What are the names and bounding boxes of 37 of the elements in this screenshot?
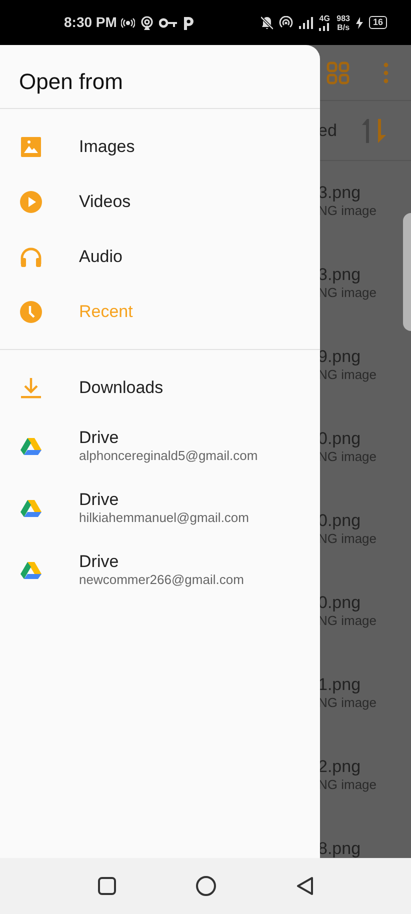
- drawer-item[interactable]: Downloads: [0, 360, 320, 415]
- hotspot-icon: [120, 18, 135, 28]
- signal-icon: [318, 23, 331, 31]
- image-icon: [19, 134, 43, 158]
- drawer-item[interactable]: Videos: [0, 174, 320, 229]
- file-name: 3.png: [318, 183, 362, 203]
- sort-icon[interactable]: [360, 116, 387, 144]
- home-button[interactable]: [194, 875, 216, 897]
- speed-value-text: 983: [336, 14, 350, 22]
- download-icon: [19, 376, 43, 400]
- notifications-off-icon: [260, 16, 273, 30]
- drawer-item[interactable]: Drive newcommer266@gmail.com: [0, 539, 320, 601]
- key-icon: [158, 18, 177, 28]
- charging-icon: [356, 16, 363, 28]
- drawer-item[interactable]: Drive hilkiahemmanuel@gmail.com: [0, 477, 320, 539]
- speed-unit-text: B/s: [336, 22, 350, 32]
- cast-icon: [140, 16, 154, 30]
- scrollbar[interactable]: [403, 213, 411, 331]
- drawer-item[interactable]: Audio: [0, 229, 320, 284]
- file-name: 1.png: [318, 675, 362, 695]
- time-text: 8:30 PM: [64, 13, 117, 32]
- clock-icon: [19, 300, 43, 324]
- recents-button[interactable]: [96, 876, 116, 896]
- drawer-item[interactable]: Drive alphoncereginald5@gmail.com: [0, 415, 320, 477]
- play-icon: [19, 190, 43, 214]
- file-name: 8.png: [318, 839, 362, 858]
- network-type-text: 4G: [319, 14, 330, 23]
- drawer-item[interactable]: Images: [0, 119, 320, 174]
- signal-icon: [298, 16, 313, 28]
- drawer-title: Open from: [0, 45, 320, 109]
- file-name: 3.png: [318, 265, 362, 285]
- file-name: 9.png: [318, 347, 362, 367]
- battery-indicator: 16: [368, 16, 387, 29]
- file-name: 2.png: [318, 757, 362, 777]
- parking-icon: [182, 16, 194, 30]
- back-button[interactable]: [294, 876, 314, 896]
- hotspot-icon: [278, 16, 293, 30]
